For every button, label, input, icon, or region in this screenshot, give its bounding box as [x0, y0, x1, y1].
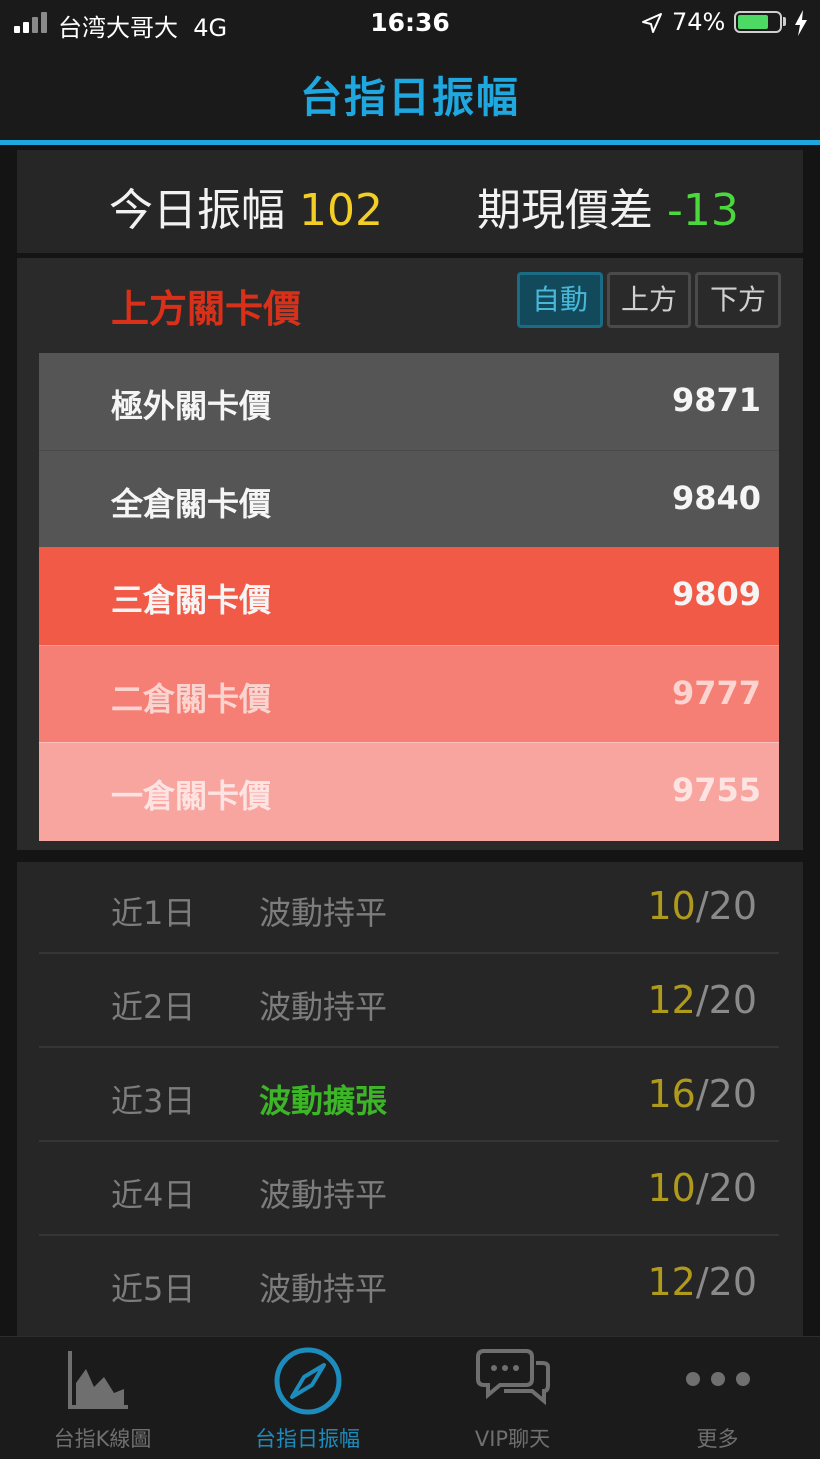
battery-percent: 74%: [672, 8, 726, 36]
history-score-value: 16: [647, 1072, 696, 1116]
history-day: 近4日: [111, 1176, 196, 1214]
history-state: 波動持平: [259, 1176, 388, 1214]
level-value: 9755: [671, 771, 761, 809]
level-row: 全倉關卡價 9840: [39, 450, 779, 549]
history-score: 10/20: [647, 1166, 757, 1210]
history-row[interactable]: 近1日 波動持平 10/20: [39, 862, 779, 954]
history-row[interactable]: 近5日 波動持平 12/20: [39, 1238, 779, 1330]
tab-bar: 台指K線圖 台指日振幅 VIP聊天 更多: [0, 1336, 820, 1459]
levels-panel-title: 上方關卡價: [111, 287, 302, 331]
battery-fill: [738, 15, 768, 29]
history-score-total: /20: [695, 978, 757, 1022]
history-state: 波動持平: [259, 1270, 388, 1308]
status-bar: 台湾大哥大 4G 16:36 74%: [0, 0, 820, 46]
nav-divider: [0, 140, 820, 145]
tab-k-chart[interactable]: 台指K線圖: [0, 1337, 205, 1459]
tab-amplitude[interactable]: 台指日振幅: [205, 1337, 410, 1459]
history-day: 近1日: [111, 894, 196, 932]
basis-spread: 期現價差 -13: [477, 174, 739, 238]
volatility-history-list: 近1日 波動持平 10/20 近2日 波動持平 12/20 近3日 波動擴張 1…: [17, 862, 803, 1336]
history-score: 16/20: [647, 1072, 757, 1116]
level-label: 全倉關卡價: [111, 485, 272, 523]
history-score-total: /20: [695, 1072, 757, 1116]
segment-upper[interactable]: 上方: [607, 272, 691, 328]
level-value: 9871: [671, 381, 761, 419]
history-score-total: /20: [695, 1260, 757, 1304]
level-value: 9777: [671, 674, 761, 712]
tab-label: 更多: [696, 1427, 739, 1451]
level-value: 9809: [671, 575, 761, 613]
history-score: 10/20: [647, 884, 757, 928]
history-row[interactable]: 近2日 波動持平 12/20: [39, 956, 779, 1048]
history-state: 波動擴張: [259, 1082, 388, 1120]
tab-vip-chat[interactable]: VIP聊天: [410, 1337, 615, 1459]
chart-icon: [68, 1351, 128, 1409]
history-score: 12/20: [647, 1260, 757, 1304]
compass-icon: [274, 1347, 342, 1415]
segment-auto[interactable]: 自動: [517, 272, 603, 328]
history-state: 波動持平: [259, 894, 388, 932]
amplitude-summary: 今日振幅 102 期現價差 -13: [17, 150, 803, 253]
charging-bolt-icon: [795, 10, 807, 36]
segment-lower[interactable]: 下方: [695, 272, 781, 328]
level-row: 二倉關卡價 9777: [39, 645, 779, 744]
level-row: 極外關卡價 9871: [39, 353, 779, 451]
today-amplitude-value: 102: [299, 185, 383, 236]
level-row: 一倉關卡價 9755: [39, 742, 779, 841]
battery-nub: [783, 17, 786, 26]
history-score-total: /20: [695, 884, 757, 928]
level-label: 極外關卡價: [111, 387, 272, 425]
history-score-value: 10: [647, 1166, 696, 1210]
today-amplitude-label: 今日振幅: [109, 185, 285, 236]
history-day: 近5日: [111, 1270, 196, 1308]
level-label: 一倉關卡價: [111, 777, 272, 815]
levels-panel: 上方關卡價 自動 上方 下方 極外關卡價 9871 全倉關卡價 9840 三倉關…: [17, 258, 803, 850]
more-icon: [686, 1372, 750, 1386]
history-score: 12/20: [647, 978, 757, 1022]
history-day: 近3日: [111, 1082, 196, 1120]
basis-spread-label: 期現價差: [477, 185, 653, 236]
today-amplitude: 今日振幅 102: [109, 174, 383, 238]
history-score-value: 12: [647, 1260, 696, 1304]
history-state: 波動持平: [259, 988, 388, 1026]
level-row: 三倉關卡價 9809: [39, 547, 779, 645]
tab-more[interactable]: 更多: [615, 1337, 820, 1459]
nav-bar: 台指日振幅: [0, 46, 820, 140]
location-arrow-icon: [642, 13, 662, 33]
tab-label: 台指日振幅: [255, 1427, 360, 1451]
level-label: 三倉關卡價: [111, 581, 272, 619]
history-row[interactable]: 近4日 波動持平 10/20: [39, 1144, 779, 1236]
history-day: 近2日: [111, 988, 196, 1026]
chat-icon: [476, 1349, 550, 1406]
history-row[interactable]: 近3日 波動擴張 16/20: [39, 1050, 779, 1142]
history-score-total: /20: [695, 1166, 757, 1210]
history-score-value: 12: [647, 978, 696, 1022]
level-value: 9840: [671, 479, 761, 517]
tab-label: VIP聊天: [474, 1427, 551, 1451]
history-score-value: 10: [647, 884, 696, 928]
page-title: 台指日振幅: [299, 73, 520, 122]
tab-label: 台指K線圖: [53, 1427, 152, 1451]
basis-spread-value: -13: [667, 185, 739, 236]
level-label: 二倉關卡價: [111, 680, 272, 718]
battery-icon: [734, 11, 782, 33]
